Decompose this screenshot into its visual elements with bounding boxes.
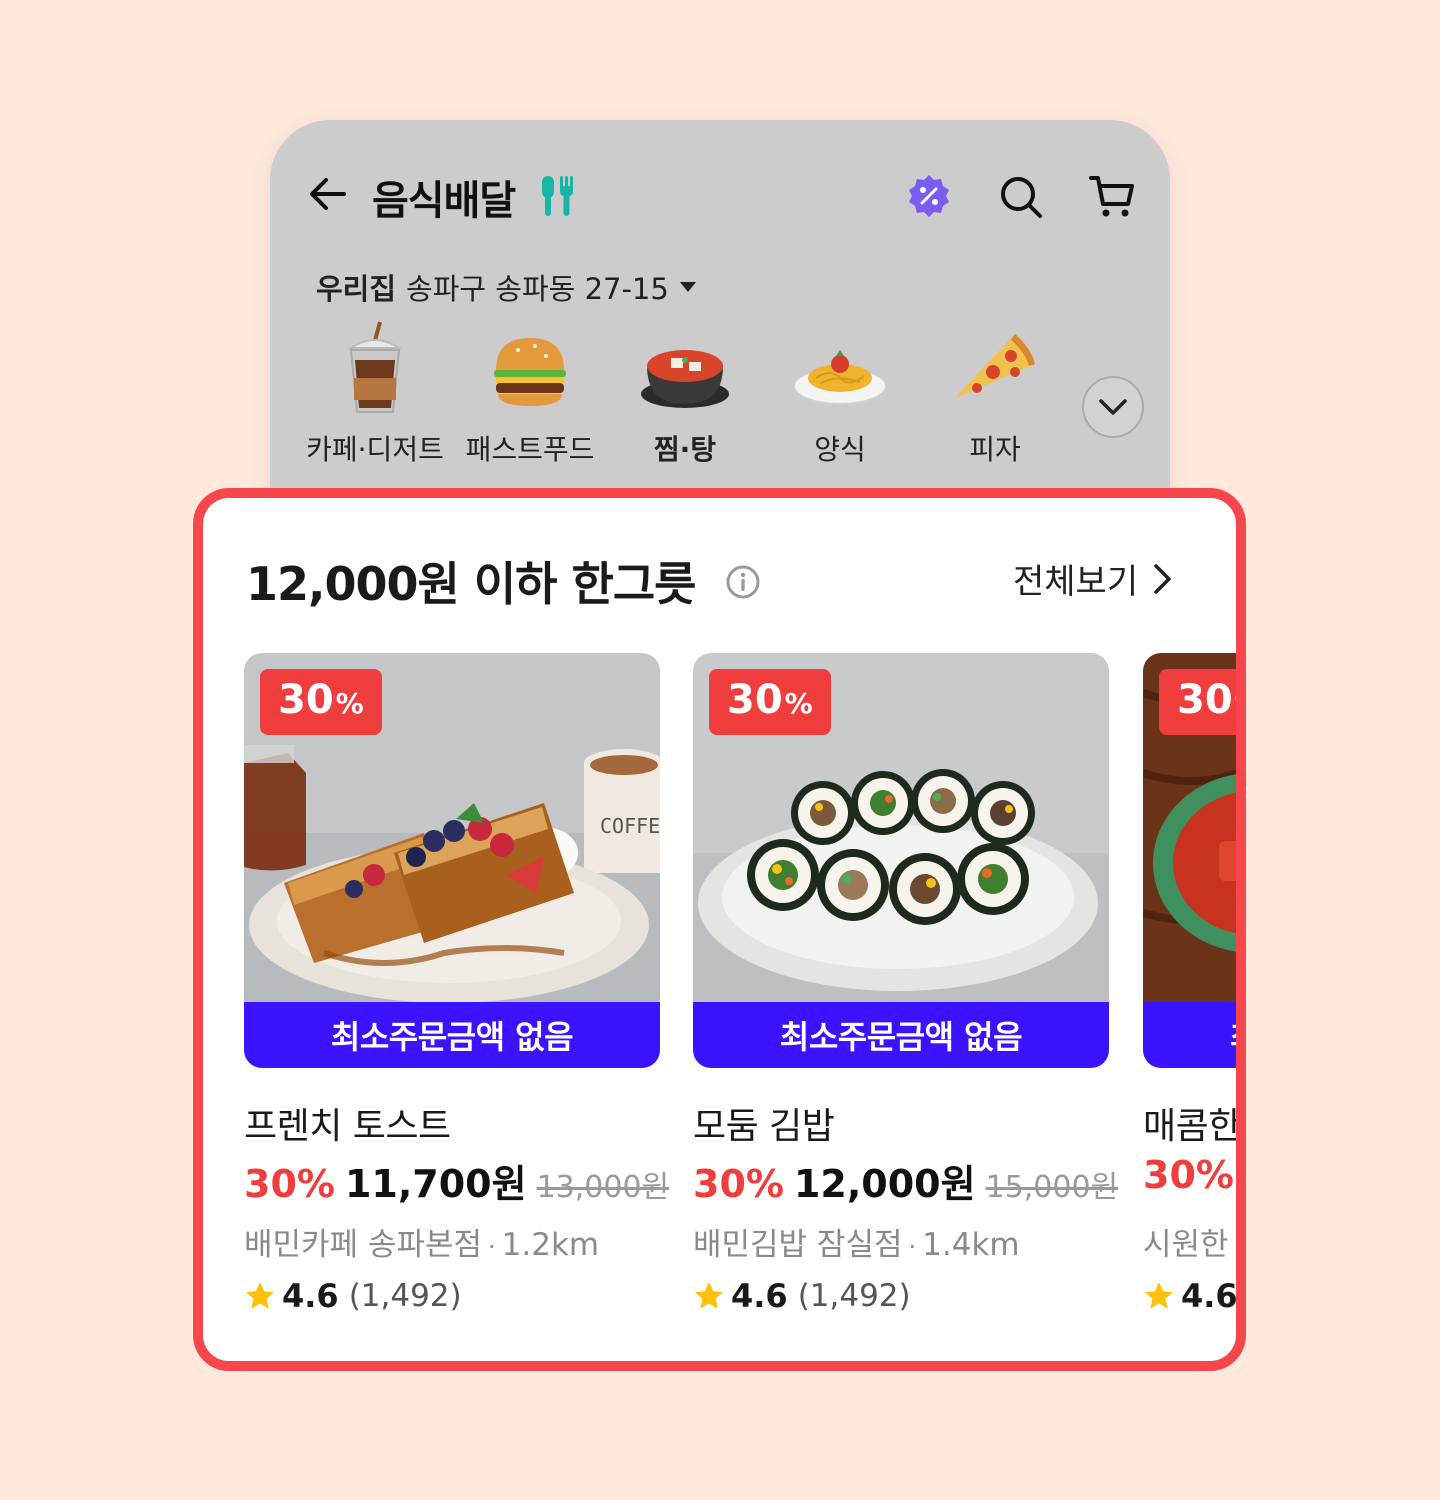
min-order-banner: 최소주문금액 없음 bbox=[1143, 1002, 1236, 1068]
address-selector[interactable]: 우리집 송파구 송파동 27-15 bbox=[316, 266, 697, 308]
category-list: 카페·디저트 패스트푸드 찜·탕 양식 피자 bbox=[300, 320, 1080, 480]
app-screen: 음식배달 우리집 송파구 송파동 27-15 카페·디저트 패스트푸드 찜·탕 … bbox=[270, 120, 1170, 520]
rating: 4.6 (1,492) bbox=[244, 1277, 462, 1315]
address-label: 우리집 bbox=[316, 272, 397, 306]
category-item-cafe[interactable]: 카페·디저트 bbox=[300, 320, 450, 468]
category-item-stew[interactable]: 찜·탕 bbox=[610, 320, 760, 468]
category-item-pizza[interactable]: 피자 bbox=[920, 320, 1070, 468]
view-all-label: 전체보기 bbox=[1013, 562, 1139, 602]
category-label: 피자 bbox=[969, 433, 1021, 466]
view-all-link[interactable]: 전체보기 bbox=[1013, 554, 1174, 603]
review-count: (1,492) bbox=[797, 1278, 911, 1314]
product-thumbnail[interactable]: COFFE 30 % 최소주문금액 없음 bbox=[244, 653, 660, 1068]
discount-badge: 30% bbox=[1159, 669, 1236, 735]
sale-price: 11,700원 bbox=[344, 1162, 527, 1206]
sale-price: 12,000원 bbox=[793, 1162, 976, 1206]
discount-badge-value: 30 bbox=[1177, 677, 1233, 723]
product-card[interactable]: 30% 최소주문금액 없음 모둠 김밥 30% 12,000원 15,000원 … bbox=[693, 653, 1118, 1333]
product-name: 프렌치 토스트 bbox=[244, 1106, 451, 1147]
coupon-icon[interactable] bbox=[906, 173, 952, 219]
price-line: 30% bbox=[1143, 1153, 1236, 1197]
star-icon bbox=[246, 1282, 274, 1309]
product-card[interactable]: 30% 최소주문금액 없음 매콤한 30% 시원한 4.6 bbox=[1143, 653, 1241, 1333]
section-title: 12,000원 이하 한그릇 bbox=[246, 557, 696, 611]
app-header: 음식배달 bbox=[270, 120, 1170, 270]
star-icon bbox=[1145, 1282, 1173, 1309]
pasta-icon bbox=[793, 350, 887, 405]
store-name: 배민카페 송파본점 bbox=[244, 1227, 483, 1263]
min-order-banner: 최소주문금액 없음 bbox=[244, 1002, 660, 1068]
discount-rate: 30% bbox=[693, 1162, 784, 1206]
discount-badge-unit: % bbox=[784, 687, 813, 720]
page-title: 음식배달 bbox=[372, 178, 516, 224]
category-label: 패스트푸드 bbox=[465, 433, 595, 466]
discount-badge-value: 30 bbox=[727, 677, 783, 723]
product-name: 모둠 김밥 bbox=[693, 1106, 835, 1147]
store-distance: 1.4km bbox=[922, 1227, 1020, 1263]
category-label: 찜·탕 bbox=[653, 433, 717, 466]
store-name: 배민김밥 잠실점 bbox=[693, 1227, 903, 1263]
category-item-fastfood[interactable]: 패스트푸드 bbox=[455, 320, 605, 468]
store-info: 시원한 bbox=[1143, 1219, 1229, 1264]
separator-dot: · bbox=[908, 1233, 917, 1261]
rating-score: 4.6 bbox=[731, 1277, 788, 1315]
product-thumbnail[interactable]: 30% 최소주문금액 없음 bbox=[1143, 653, 1236, 1068]
product-card[interactable]: COFFE 30 % 최소주문금액 없음 프렌치 토스트 30% 11,700원… bbox=[244, 653, 669, 1333]
review-count: (1,492) bbox=[348, 1278, 462, 1314]
address-text: 송파구 송파동 27-15 bbox=[406, 272, 669, 306]
discount-badge-unit: % bbox=[335, 687, 364, 720]
store-distance: 1.2km bbox=[501, 1227, 600, 1263]
burger-icon bbox=[494, 338, 566, 406]
category-item-western[interactable]: 양식 bbox=[765, 320, 915, 468]
pizza-icon bbox=[955, 334, 1035, 398]
expand-categories-button[interactable] bbox=[1082, 376, 1144, 438]
category-label: 양식 bbox=[814, 433, 866, 466]
discount-badge: 30% bbox=[709, 669, 831, 735]
search-icon[interactable] bbox=[998, 174, 1044, 220]
caret-down-icon bbox=[679, 282, 696, 292]
utensils-icon bbox=[542, 176, 573, 216]
budget-meal-section: 12,000원 이하 한그릇 전체보기 COFFE 30 % 최소주문금액 없음… bbox=[193, 488, 1246, 1371]
store-info: 배민김밥 잠실점 · 1.4km bbox=[693, 1219, 1020, 1264]
star-icon bbox=[695, 1282, 723, 1309]
stew-icon bbox=[641, 350, 729, 408]
store-info: 배민카페 송파본점 · 1.2km bbox=[244, 1219, 599, 1264]
original-price: 13,000원 bbox=[536, 1170, 670, 1205]
discount-rate: 30% bbox=[244, 1162, 335, 1206]
discount-rate: 30% bbox=[1143, 1153, 1234, 1197]
chevron-right-icon bbox=[1154, 563, 1171, 594]
rating-score: 4.6 bbox=[1181, 1277, 1238, 1315]
iced-drink-icon bbox=[347, 321, 403, 413]
discount-badge-unit: % bbox=[1235, 687, 1236, 720]
product-thumbnail[interactable]: 30% 최소주문금액 없음 bbox=[693, 653, 1109, 1068]
price-line: 30% 12,000원 15,000원 bbox=[693, 1153, 1118, 1208]
price-line: 30% 11,700원 13,000원 bbox=[244, 1153, 669, 1208]
info-icon[interactable] bbox=[725, 564, 761, 600]
product-name: 매콤한 bbox=[1143, 1106, 1241, 1147]
separator-dot: · bbox=[488, 1233, 496, 1261]
rating: 4.6 (1,492) bbox=[693, 1277, 911, 1315]
original-price: 15,000원 bbox=[985, 1170, 1119, 1205]
svg-text:COFFE: COFFE bbox=[600, 814, 660, 838]
discount-badge: 30% bbox=[260, 669, 382, 735]
category-label: 카페·디저트 bbox=[306, 433, 444, 466]
store-name: 시원한 bbox=[1143, 1227, 1229, 1263]
min-order-banner: 최소주문금액 없음 bbox=[693, 1002, 1109, 1068]
chevron-down-icon bbox=[1099, 399, 1127, 415]
discount-badge-value: 30 bbox=[278, 677, 334, 723]
cart-icon[interactable] bbox=[1088, 172, 1136, 220]
rating-score: 4.6 bbox=[282, 1277, 339, 1315]
back-arrow-icon[interactable] bbox=[306, 172, 350, 216]
rating: 4.6 bbox=[1143, 1277, 1238, 1315]
